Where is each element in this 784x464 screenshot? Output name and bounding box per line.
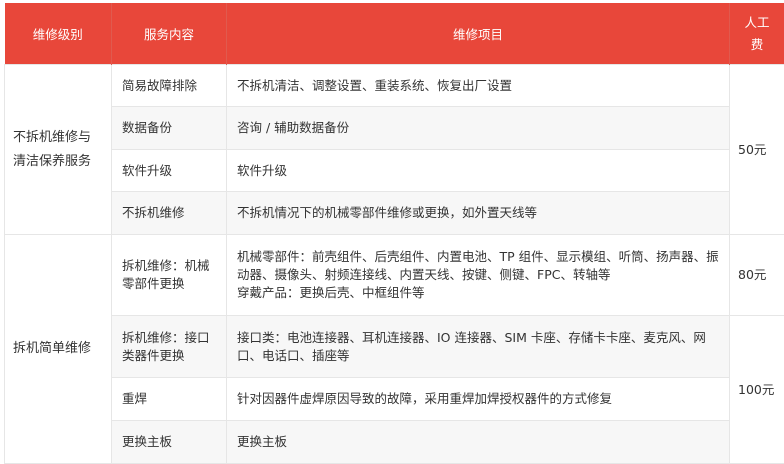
items-cell: 机械零部件：前壳组件、后壳组件、内置电池、TP 组件、显示模组、听筒、扬声器、振… [227, 235, 730, 316]
fee-cell: 50元 [730, 65, 784, 235]
table-row: 数据备份 咨询 / 辅助数据备份 [5, 107, 784, 150]
service-cell: 简易故障排除 [112, 65, 227, 107]
fee-cell: 80元 [730, 235, 784, 316]
items-cell: 咨询 / 辅助数据备份 [227, 107, 730, 150]
header-items: 维修项目 [227, 3, 730, 65]
items-cell: 针对因器件虚焊原因导致的故障，采用重焊加焊授权器件的方式修复 [227, 378, 730, 421]
service-cell: 拆机维修：接口类器件更换 [112, 316, 227, 378]
table-row: 拆机简单维修 拆机维修：机械零部件更换 机械零部件：前壳组件、后壳组件、内置电池… [5, 235, 784, 316]
items-cell: 软件升级 [227, 150, 730, 192]
items-cell: 更换主板 [227, 421, 730, 464]
header-fee: 人工费 [730, 3, 784, 65]
table-row: 更换主板 更换主板 [5, 421, 784, 464]
table-row: 拆机维修：接口类器件更换 接口类：电池连接器、耳机连接器、IO 连接器、SIM … [5, 316, 784, 378]
table-row: 不拆机维修 不拆机情况下的机械零部件维修或更换，如外置天线等 [5, 192, 784, 235]
header-service: 服务内容 [112, 3, 227, 65]
service-cell: 软件升级 [112, 150, 227, 192]
service-cell: 数据备份 [112, 107, 227, 150]
repair-price-table: 维修级别 服务内容 维修项目 人工费 不拆机维修与清洁保养服务 简易故障排除 不… [4, 3, 784, 464]
table-row: 重焊 针对因器件虚焊原因导致的故障，采用重焊加焊授权器件的方式修复 [5, 378, 784, 421]
items-line: 穿戴产品：更换后壳、中框组件等 [237, 284, 719, 302]
items-cell: 不拆机清洁、调整设置、重装系统、恢复出厂设置 [227, 65, 730, 107]
service-cell: 拆机维修：机械零部件更换 [112, 235, 227, 316]
items-cell: 不拆机情况下的机械零部件维修或更换，如外置天线等 [227, 192, 730, 235]
items-cell: 接口类：电池连接器、耳机连接器、IO 连接器、SIM 卡座、存储卡卡座、麦克风、… [227, 316, 730, 378]
level-cell: 拆机简单维修 [5, 235, 112, 464]
level-cell: 不拆机维修与清洁保养服务 [5, 65, 112, 235]
table-row: 不拆机维修与清洁保养服务 简易故障排除 不拆机清洁、调整设置、重装系统、恢复出厂… [5, 65, 784, 107]
header-level: 维修级别 [5, 3, 112, 65]
service-cell: 不拆机维修 [112, 192, 227, 235]
service-cell: 更换主板 [112, 421, 227, 464]
fee-cell: 100元 [730, 316, 784, 464]
items-line: 机械零部件：前壳组件、后壳组件、内置电池、TP 组件、显示模组、听筒、扬声器、振… [237, 248, 719, 284]
table-row: 软件升级 软件升级 [5, 150, 784, 192]
table-header: 维修级别 服务内容 维修项目 人工费 [5, 3, 784, 65]
service-cell: 重焊 [112, 378, 227, 421]
